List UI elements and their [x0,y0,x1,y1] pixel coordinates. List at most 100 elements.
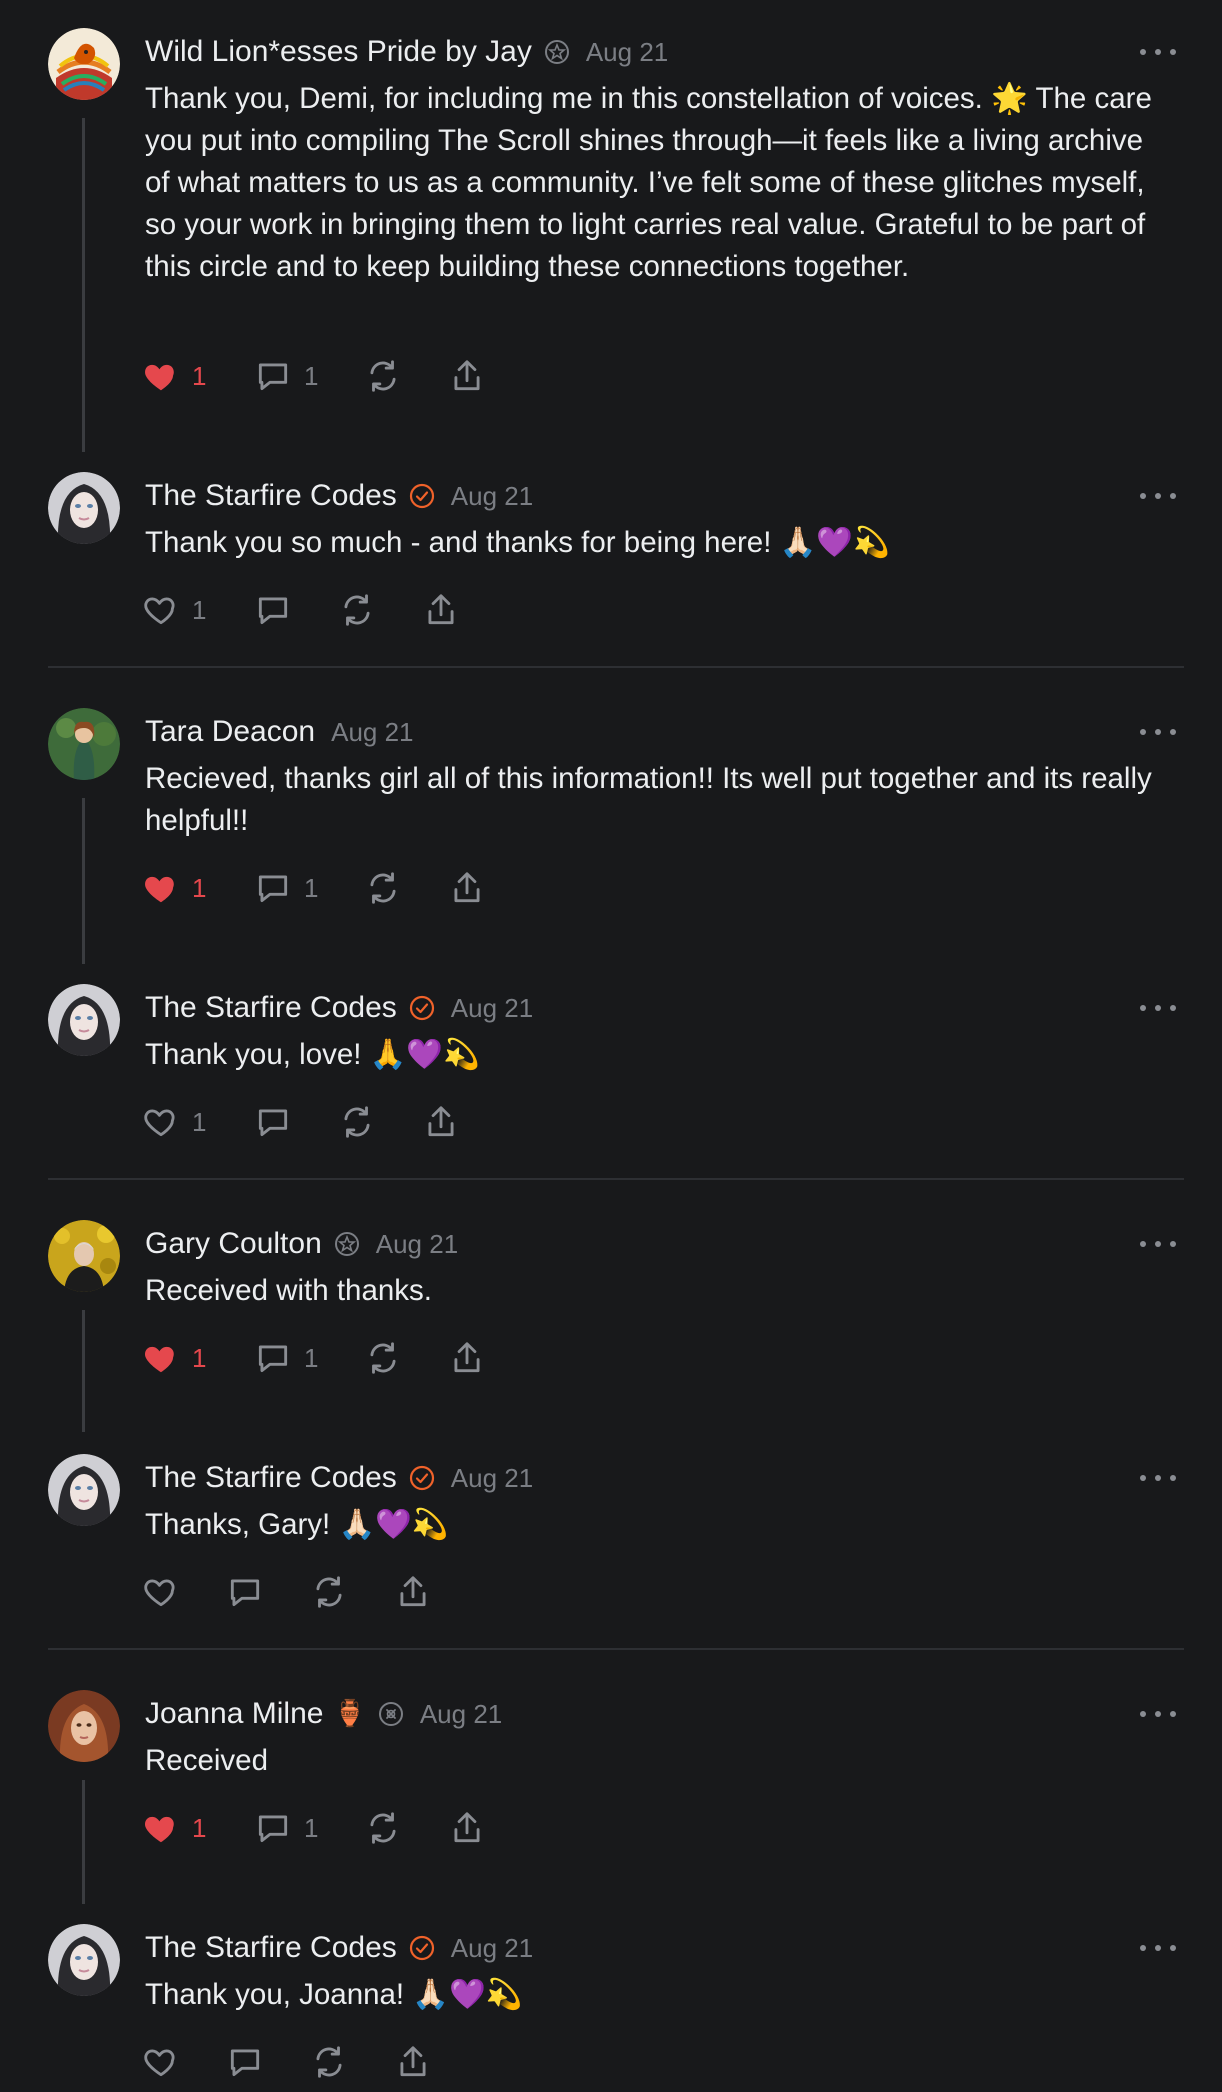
reply-button[interactable]: 1 [254,1339,364,1377]
more-icon[interactable] [1138,1466,1178,1490]
reply-button[interactable]: 1 [254,869,364,907]
restack-button[interactable] [364,869,448,907]
author-name[interactable]: Tara Deacon [145,715,315,749]
comment-actions: 1 1 [142,354,486,398]
restack-button[interactable] [364,357,448,395]
reply-button[interactable] [254,591,338,629]
more-icon[interactable] [1138,1232,1178,1256]
divider [48,1178,1184,1180]
comment-text: Thanks, Gary! 🙏🏻💜💫 [145,1508,449,1541]
heart-icon [144,597,175,625]
comment-date[interactable]: Aug 21 [331,717,413,748]
comment-header: Tara Deacon Aug 21 [145,712,414,752]
comment-text: Received [145,1744,268,1777]
comment-header: The Starfire Codes Aug 21 [145,988,533,1028]
verified-badge-icon [409,995,435,1021]
reply-button[interactable] [226,2043,310,2081]
more-icon[interactable] [1138,720,1178,744]
share-icon [454,1342,480,1373]
comment-icon [258,875,288,903]
comment-date[interactable]: Aug 21 [586,37,668,68]
verified-badge-icon [409,1465,435,1491]
comment-date[interactable]: Aug 21 [451,1933,533,1964]
share-button[interactable] [448,869,486,907]
comment-date[interactable]: Aug 21 [451,481,533,512]
like-button[interactable]: 1 [142,869,254,907]
avatar[interactable] [48,708,120,780]
author-name[interactable]: The Starfire Codes [145,1931,397,1965]
reply-button[interactable]: 1 [254,1809,364,1847]
comment-date[interactable]: Aug 21 [451,993,533,1024]
author-name[interactable]: Joanna Milne [145,1697,323,1731]
divider [48,1648,1184,1650]
like-button[interactable]: 1 [142,1809,254,1847]
comment-actions: 1 1 [142,1336,486,1380]
reply-button[interactable] [254,1103,338,1141]
comment-actions [142,2040,432,2084]
restack-button[interactable] [338,1103,422,1141]
share-icon [428,594,454,625]
like-button[interactable]: 1 [142,591,254,629]
share-button[interactable] [448,1809,486,1847]
comment-date[interactable]: Aug 21 [420,1699,502,1730]
share-button[interactable] [448,357,486,395]
share-button[interactable] [394,2043,432,2081]
like-button[interactable]: 1 [142,1339,254,1377]
restack-icon [344,1106,370,1138]
share-button[interactable] [448,1339,486,1377]
author-name[interactable]: Wild Lion*esses Pride by Jay [145,35,532,69]
author-name[interactable]: The Starfire Codes [145,1461,397,1495]
author-name[interactable]: The Starfire Codes [145,479,397,513]
comment-text: Recieved, thanks girl all of this inform… [145,762,1152,837]
comment-actions: 1 1 [142,1806,486,1850]
heart-icon [145,1346,174,1373]
reply-button[interactable]: 1 [254,357,364,395]
restack-icon [370,360,396,392]
comment-actions: 1 [142,1100,460,1144]
restack-button[interactable] [338,591,422,629]
avatar[interactable] [48,1924,120,1996]
comment-icon [258,1109,288,1137]
more-icon[interactable] [1138,484,1178,508]
avatar[interactable] [48,1220,120,1292]
comment-icon [258,1815,288,1843]
reply-button[interactable] [226,1573,310,1611]
heart-icon [145,1816,174,1843]
comment-icon [258,363,288,391]
subscriber-badge-icon [334,1231,360,1257]
share-button[interactable] [422,1103,460,1141]
author-name[interactable]: Gary Coulton [145,1227,322,1261]
subscriber-badge-icon [378,1701,404,1727]
like-button[interactable] [142,1573,226,1611]
avatar[interactable] [48,472,120,544]
heart-icon [144,2049,175,2077]
reply-count: 1 [304,1812,319,1843]
share-button[interactable] [394,1573,432,1611]
like-button[interactable]: 1 [142,357,254,395]
reply-count: 1 [304,360,319,391]
restack-button[interactable] [310,1573,394,1611]
comment-text: Received with thanks. [145,1274,432,1307]
comment-actions: 1 [142,588,460,632]
restack-button[interactable] [364,1809,448,1847]
like-button[interactable]: 1 [142,1103,254,1141]
comment-date[interactable]: Aug 21 [451,1463,533,1494]
avatar[interactable] [48,984,120,1056]
restack-button[interactable] [310,2043,394,2081]
author-name[interactable]: The Starfire Codes [145,991,397,1025]
heart-icon [144,1579,175,1607]
like-button[interactable] [142,2043,226,2081]
comment-header: Joanna Milne 🏺 Aug 21 [145,1694,502,1734]
avatar[interactable] [48,1454,120,1526]
share-icon [400,1576,426,1607]
restack-icon [316,2046,342,2078]
restack-button[interactable] [364,1339,448,1377]
avatar[interactable] [48,28,120,100]
more-icon[interactable] [1138,40,1178,64]
comment-date[interactable]: Aug 21 [376,1229,458,1260]
more-icon[interactable] [1138,996,1178,1020]
more-icon[interactable] [1138,1936,1178,1960]
share-button[interactable] [422,591,460,629]
avatar[interactable] [48,1690,120,1762]
more-icon[interactable] [1138,1702,1178,1726]
